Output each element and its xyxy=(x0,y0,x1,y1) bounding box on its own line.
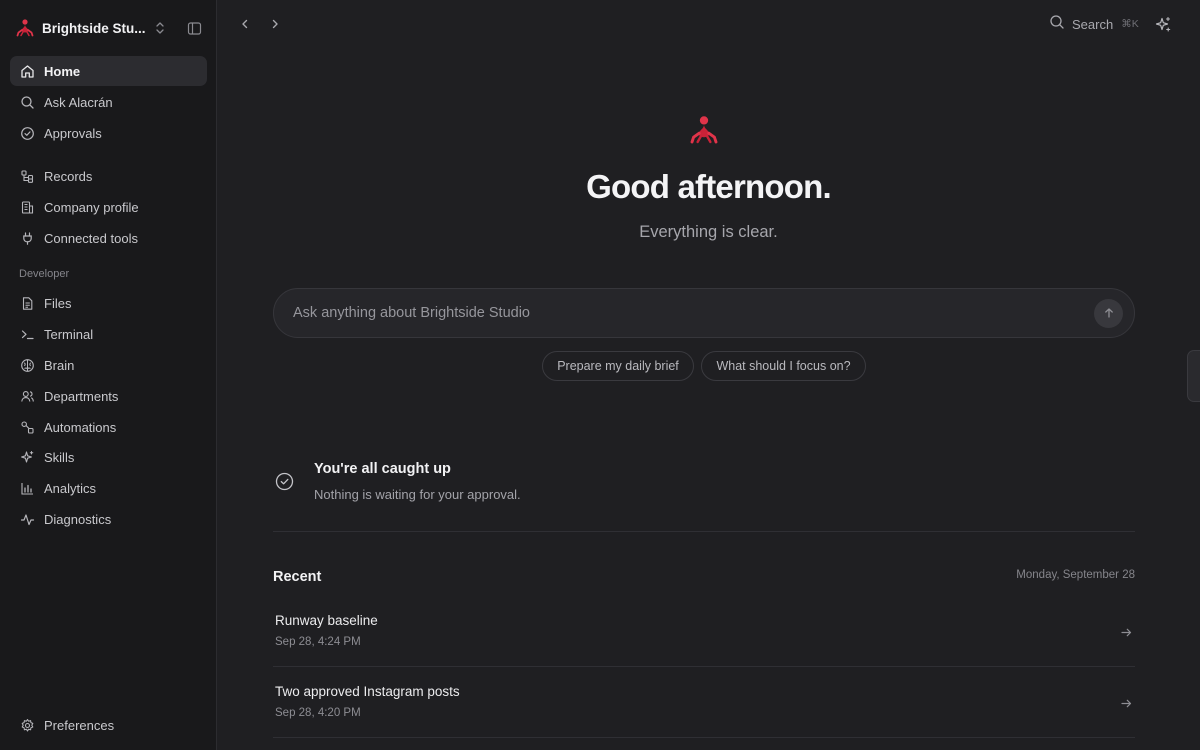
forward-chevron-icon[interactable] xyxy=(265,14,285,34)
sidebar-item-brain[interactable]: Brain xyxy=(10,350,207,380)
bar-chart-icon xyxy=(19,480,35,496)
sidebar-item-diagnostics[interactable]: Diagnostics xyxy=(10,504,207,534)
main-content: Search ⌘K Good afternoon. Everything is … xyxy=(217,0,1200,750)
suggestion-focus[interactable]: What should I focus on? xyxy=(701,351,866,381)
arrow-right-icon xyxy=(1118,624,1134,640)
send-button[interactable] xyxy=(1094,298,1123,328)
arrow-right-icon xyxy=(1118,695,1134,711)
sidebar-item-label: Ask Alacrán xyxy=(44,94,113,110)
sparkles-icon xyxy=(19,449,35,465)
workspace-name: Brightside Stu... xyxy=(42,20,146,36)
sidebar-item-label: Company profile xyxy=(44,199,139,215)
suggestion-daily-brief[interactable]: Prepare my daily brief xyxy=(542,351,694,381)
file-icon xyxy=(19,295,35,311)
greeting-subtitle: Everything is clear. xyxy=(639,223,778,241)
section-divider xyxy=(273,531,1135,532)
check-circle-icon xyxy=(274,471,294,491)
side-panel-handle[interactable] xyxy=(1187,350,1200,402)
search-shortcut: ⌘K xyxy=(1121,18,1139,30)
sidebar-item-files[interactable]: Files xyxy=(10,288,207,318)
ask-input[interactable] xyxy=(293,305,1094,321)
sidebar-item-preferences[interactable]: Preferences xyxy=(10,710,207,740)
activity-icon xyxy=(19,511,35,527)
sidebar-item-label: Departments xyxy=(44,388,119,404)
recent-item-time: Sep 28, 4:20 PM xyxy=(275,707,361,719)
sidebar-item-label: Home xyxy=(44,63,81,79)
check-circle-icon xyxy=(19,125,35,141)
arrow-up-icon xyxy=(1104,308,1113,318)
app-window: Brightside Stu... Home Ask Alacrán Appro… xyxy=(0,0,1200,750)
greeting-heading: Good afternoon. xyxy=(586,168,831,205)
ai-sparkle-icon[interactable] xyxy=(1153,14,1173,34)
sidebar-item-label: Automations xyxy=(44,419,117,435)
brain-icon xyxy=(19,357,35,373)
scorpion-logo-icon xyxy=(687,113,721,147)
workspace-switcher[interactable]: Brightside Stu... xyxy=(0,0,216,56)
building-icon xyxy=(19,199,35,215)
sidebar-item-terminal[interactable]: Terminal xyxy=(10,319,207,349)
sidebar-item-departments[interactable]: Departments xyxy=(10,381,207,411)
recent-item-time: Sep 28, 4:24 PM xyxy=(275,636,361,648)
ask-box xyxy=(273,288,1135,338)
sidebar-item-label: Skills xyxy=(44,449,75,465)
row-divider xyxy=(273,737,1135,738)
sidebar-item-analytics[interactable]: Analytics xyxy=(10,473,207,503)
home-icon xyxy=(19,63,35,79)
sidebar-item-label: Connected tools xyxy=(44,230,138,246)
sidebar-item-label: Files xyxy=(44,295,72,311)
gear-icon xyxy=(19,717,35,733)
sidebar-item-approvals[interactable]: Approvals xyxy=(10,118,207,148)
recent-item[interactable]: Runway baseline Sep 28, 4:24 PM xyxy=(273,596,1135,666)
search-button[interactable]: Search ⌘K xyxy=(1049,12,1139,36)
sidebar-item-label: Approvals xyxy=(44,125,102,141)
search-label: Search xyxy=(1072,16,1114,32)
search-icon xyxy=(19,94,35,110)
scorpion-logo-icon xyxy=(15,18,35,38)
plug-icon xyxy=(19,230,35,246)
sidebar-item-label: Terminal xyxy=(44,326,94,342)
users-icon xyxy=(19,388,35,404)
sidebar-item-label: Preferences xyxy=(44,717,115,733)
recent-item-title: Two approved Instagram posts xyxy=(275,684,460,699)
sidebar-item-home[interactable]: Home xyxy=(10,56,207,86)
back-chevron-icon[interactable] xyxy=(235,14,255,34)
sidebar-item-skills[interactable]: Skills xyxy=(10,442,207,472)
sidebar-item-ask-alacran[interactable]: Ask Alacrán xyxy=(10,87,207,117)
sidebar-item-company-profile[interactable]: Company profile xyxy=(10,192,207,222)
recent-item[interactable]: Two approved Instagram posts Sep 28, 4:2… xyxy=(273,667,1135,737)
sidebar-item-automations[interactable]: Automations xyxy=(10,412,207,442)
recent-heading: Recent xyxy=(273,569,322,585)
sidebar-item-label: Diagnostics xyxy=(44,511,112,527)
search-icon xyxy=(1049,14,1065,35)
sidebar-item-label: Brain xyxy=(44,357,75,373)
recent-item-title: Runway baseline xyxy=(275,613,378,628)
sidebar-item-label: Records xyxy=(44,168,93,184)
records-icon xyxy=(19,168,35,184)
sidebar-item-label: Analytics xyxy=(44,480,97,496)
approvals-status-subtitle: Nothing is waiting for your approval. xyxy=(314,487,521,502)
sidebar: Brightside Stu... Home Ask Alacrán Appro… xyxy=(0,0,217,750)
terminal-icon xyxy=(19,326,35,342)
workflow-icon xyxy=(19,419,35,435)
sidebar-section-developer: Developer xyxy=(19,268,70,280)
recent-date: Monday, September 28 xyxy=(1016,569,1135,581)
approvals-status-title: You're all caught up xyxy=(314,461,451,477)
sidebar-toggle-icon[interactable] xyxy=(185,19,203,37)
sidebar-item-records[interactable]: Records xyxy=(10,161,207,191)
sidebar-item-connected-tools[interactable]: Connected tools xyxy=(10,223,207,253)
chevron-up-down-icon[interactable] xyxy=(153,20,167,36)
